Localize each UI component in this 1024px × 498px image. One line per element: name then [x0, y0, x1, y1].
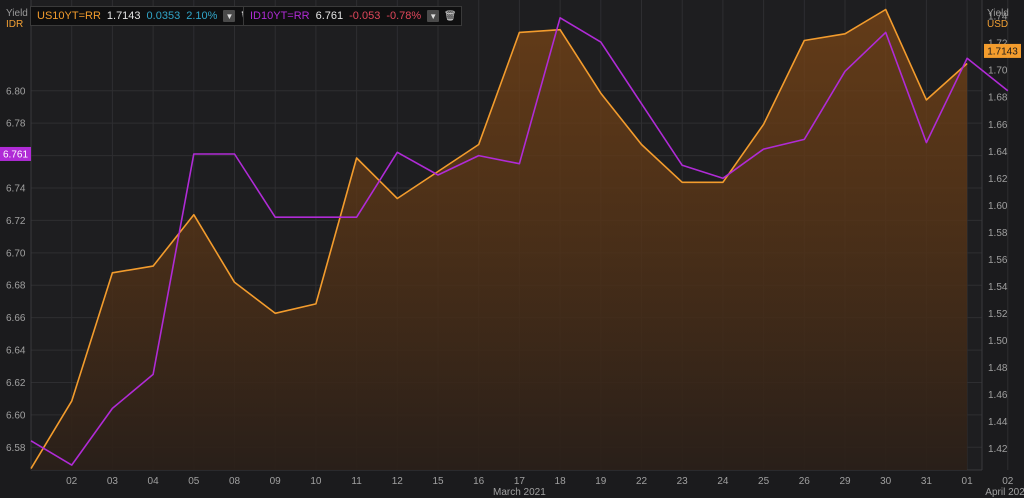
right-tick-label: 1.68	[988, 93, 1008, 104]
right-value-marker-text: 1.7143	[987, 46, 1018, 57]
right-axis-title: Yield USD	[987, 8, 1009, 30]
right-tick-label: 1.64	[988, 147, 1008, 158]
left-tick-label: 6.78	[6, 119, 26, 130]
chevron-down-icon[interactable]: ▼	[427, 10, 440, 22]
x-tick-label: 26	[799, 476, 811, 487]
x-tick-label: 19	[595, 476, 607, 487]
left-value-marker-text: 6.761	[3, 149, 28, 160]
x-tick-label: 02	[66, 476, 78, 487]
x-tick-label: 01	[962, 476, 974, 487]
left-tick-label: 6.70	[6, 248, 26, 259]
x-tick-label: 22	[636, 476, 648, 487]
x-tick-label: 30	[880, 476, 892, 487]
x-tick-label: 09	[270, 476, 282, 487]
right-tick-label: 1.60	[988, 201, 1008, 212]
left-tick-label: 6.64	[6, 346, 26, 357]
x-tick-label: 16	[473, 476, 485, 487]
legend-us10yt[interactable]: US10YT=RR 1.7143 0.0353 2.10% ▼ 🗑	[30, 6, 259, 26]
left-tick-label: 6.62	[6, 378, 26, 389]
x-tick-label: 08	[229, 476, 241, 487]
legend-us-pct: 2.10%	[186, 10, 218, 22]
right-tick-label: 1.66	[988, 120, 1008, 131]
left-tick-label: 6.68	[6, 281, 26, 292]
trash-icon[interactable]: 🗑	[444, 10, 457, 22]
right-axis-unit: USD	[987, 19, 1009, 30]
legend-id-value: 6.761	[315, 10, 344, 22]
x-tick-label: 11	[351, 476, 362, 487]
x-axis-labels: 02 03 04 05 08 09 10 11 12 15 16 17 18 19 22 23 24 25 26 29…	[66, 476, 1024, 498]
x-tick-label: 25	[758, 476, 770, 487]
period-label: March 2021	[493, 487, 546, 498]
left-tick-label: 6.66	[6, 313, 26, 324]
right-tick-label: 1.50	[988, 336, 1008, 347]
left-axis-unit: IDR	[6, 19, 24, 30]
x-tick-label: 24	[717, 476, 729, 487]
right-tick-label: 1.62	[988, 174, 1008, 185]
x-tick-label: 15	[432, 476, 444, 487]
x-tick-label: 03	[107, 476, 119, 487]
right-tick-label: 1.54	[988, 282, 1008, 293]
x-tick-label: 10	[310, 476, 322, 487]
left-tick-label: 6.60	[6, 410, 26, 421]
legend-us-symbol[interactable]: US10YT=RR	[37, 10, 101, 22]
right-tick-label: 1.46	[988, 390, 1008, 401]
x-tick-label: 04	[148, 476, 160, 487]
x-tick-label: 05	[188, 476, 200, 487]
right-tick-label: 1.56	[988, 255, 1008, 266]
x-tick-label: 31	[921, 476, 933, 487]
x-tick-label: 23	[677, 476, 689, 487]
chevron-down-icon[interactable]: ▼	[223, 10, 236, 22]
x-tick-label: 29	[839, 476, 851, 487]
right-tick-label: 1.48	[988, 363, 1008, 374]
x-tick-label: 18	[555, 476, 567, 487]
legend-id-pct: -0.78%	[386, 10, 422, 22]
yield-chart: 6.58 6.60 6.62 6.64 6.66 6.68 6.70 6.72 6.74 6.76…	[0, 0, 1024, 498]
x-tick-label: 02	[1002, 476, 1014, 487]
right-tick-label: 1.70	[988, 66, 1008, 77]
left-tick-label: 6.58	[6, 443, 26, 454]
left-tick-label: 6.80	[6, 86, 26, 97]
right-tick-label: 1.58	[988, 228, 1008, 239]
x-tick-label: 17	[514, 476, 526, 487]
left-tick-label: 6.72	[6, 216, 26, 227]
right-tick-label: 1.42	[988, 444, 1008, 455]
left-tick-label: 6.74	[6, 184, 26, 195]
right-tick-label: 1.44	[988, 417, 1008, 428]
legend-id-change: -0.053	[349, 10, 381, 22]
left-axis-labels: 6.58 6.60 6.62 6.64 6.66 6.68 6.70 6.72 6.74 6.76…	[6, 86, 26, 454]
period-label: April 2021	[985, 487, 1024, 498]
legend-us-change: 0.0353	[146, 10, 181, 22]
legend-us-value: 1.7143	[106, 10, 141, 22]
left-axis-title: Yield IDR	[6, 8, 28, 30]
legend-id10yt[interactable]: ID10YT=RR 6.761 -0.053 -0.78% ▼ 🗑	[243, 6, 463, 26]
x-tick-label: 12	[392, 476, 404, 487]
right-tick-label: 1.52	[988, 309, 1008, 320]
legend-id-symbol[interactable]: ID10YT=RR	[250, 10, 310, 22]
